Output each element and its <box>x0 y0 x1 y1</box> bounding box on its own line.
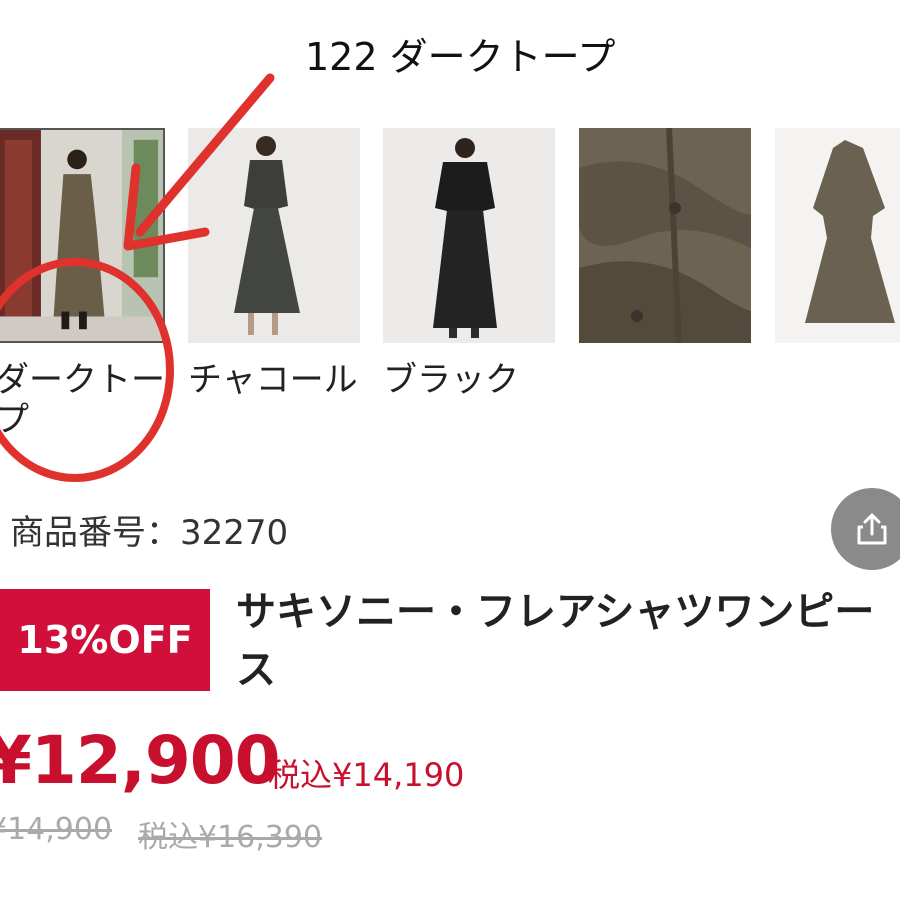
swatch-dark-taupe[interactable] <box>0 128 165 343</box>
share-icon <box>857 513 887 545</box>
swatch-image-fabric-closeup <box>579 128 751 343</box>
sale-price: ¥12,900 <box>0 722 281 799</box>
swatch-image-charcoal <box>188 128 360 343</box>
swatch-label-dark-taupe: ダークトープ <box>0 360 165 440</box>
swatch-image-dark-taupe <box>0 130 163 341</box>
sale-price-tax-included: 税込¥14,190 <box>268 756 465 794</box>
original-price: ¥14,900 <box>0 812 113 847</box>
product-code: 商品番号：32270 <box>10 513 289 553</box>
swatch-label-black: ブラック <box>383 360 519 400</box>
swatch-fabric-closeup[interactable] <box>579 128 751 343</box>
product-title: サキソニー・フレアシャツワンピース <box>236 589 875 693</box>
original-price-tax-included: 税込¥16,390 <box>138 820 323 855</box>
swatch-image-dress-flatlay <box>775 128 900 343</box>
discount-badge: 13%OFF <box>0 589 210 691</box>
swatch-charcoal[interactable] <box>188 128 360 343</box>
swatch-dress-flatlay[interactable] <box>775 128 900 343</box>
swatch-label-charcoal: チャコール <box>188 360 358 400</box>
share-button[interactable] <box>831 488 900 570</box>
annotation-label: 122 ダークトープ <box>305 35 616 79</box>
swatch-image-black <box>383 128 555 343</box>
swatch-black[interactable] <box>383 128 555 343</box>
